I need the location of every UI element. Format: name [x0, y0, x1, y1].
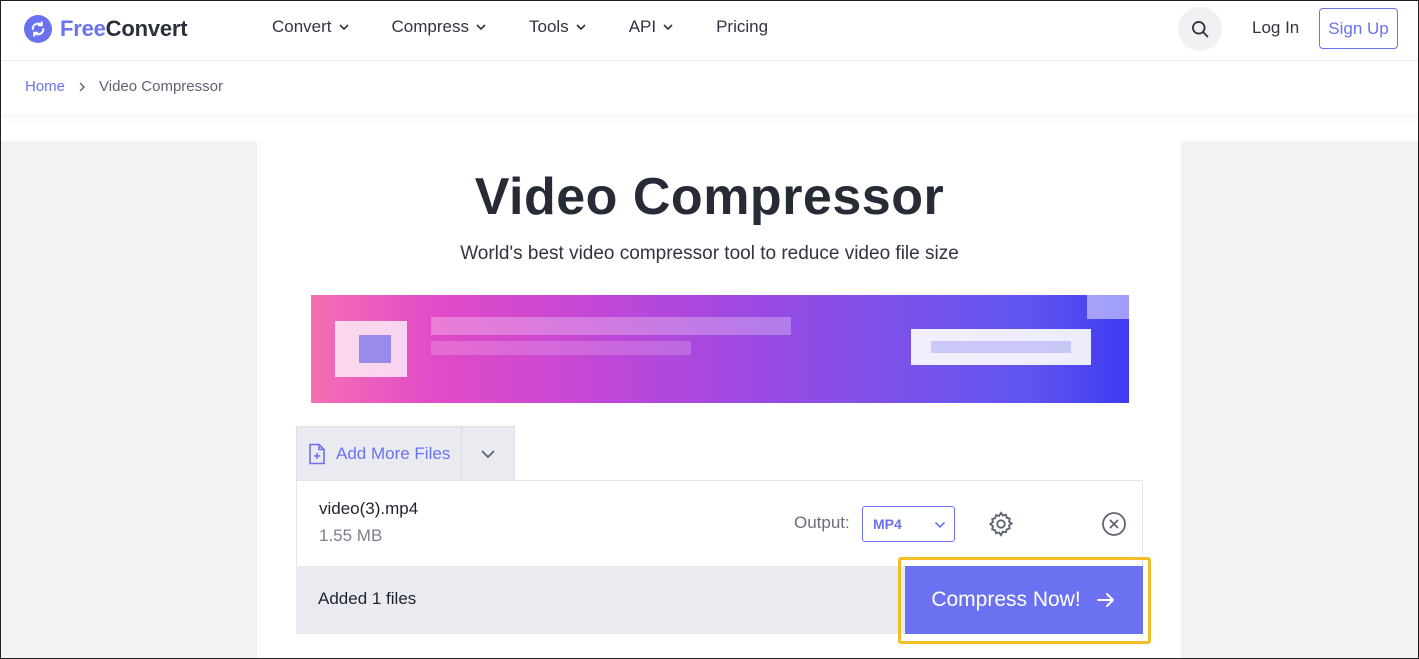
arrow-right-icon [1096, 593, 1114, 607]
nav-compress-label: Compress [391, 17, 469, 36]
breadcrumb-bar: Home Video Compressor [1, 62, 1418, 114]
nav-convert[interactable]: Convert [272, 17, 350, 37]
search-icon [1192, 21, 1209, 38]
banner-text-block [431, 341, 691, 355]
nav-pricing-label: Pricing [716, 17, 769, 36]
compress-now-button[interactable]: Compress Now! [905, 566, 1143, 634]
add-more-files-label: Add More Files [336, 443, 451, 463]
add-more-files-group: Add More Files [296, 426, 515, 480]
page-title: Video Compressor [474, 168, 945, 226]
file-name: video(3).mp4 [319, 499, 419, 518]
output-format-value: MP4 [873, 516, 902, 532]
nav-convert-label: Convert [272, 17, 332, 36]
page-subtitle: World's best video compressor tool to re… [460, 243, 959, 264]
chevron-down-icon [481, 449, 495, 458]
remove-file-button[interactable] [1101, 511, 1127, 542]
banner-text-block [431, 317, 791, 335]
browser-frame: FreeConvert Convert Compress Tools API P… [0, 0, 1419, 659]
chevron-right-icon [79, 82, 86, 91]
gear-icon [988, 511, 1014, 537]
file-size: 1.55 MB [319, 526, 383, 545]
banner-cta-text-block [931, 341, 1071, 353]
chevron-down-icon [476, 24, 486, 31]
login-link[interactable]: Log In [1252, 18, 1299, 38]
chevron-down-icon [338, 24, 349, 31]
nav-api-label: API [628, 17, 657, 36]
logo-text: FreeConvert [60, 16, 188, 41]
banner-logo-inner [359, 335, 391, 363]
file-row: video(3).mp4 1.55 MB Output: MP4 [296, 480, 1143, 567]
main-nav: Convert Compress Tools API Pricing [272, 17, 810, 37]
breadcrumb: Home Video Compressor [25, 78, 223, 95]
breadcrumb-current: Video Compressor [99, 78, 223, 95]
add-more-files-dropdown[interactable] [462, 427, 514, 480]
nav-compress[interactable]: Compress [392, 17, 487, 37]
compress-now-label: Compress Now! [931, 588, 1081, 611]
output-label: Output: [794, 513, 850, 532]
search-button[interactable] [1178, 7, 1222, 51]
logo-sync-icon [24, 15, 52, 43]
add-more-files-button[interactable]: Add More Files [297, 427, 462, 480]
close-circle-icon [1102, 512, 1126, 536]
site-header: FreeConvert Convert Compress Tools API P… [1, 1, 1418, 61]
chevron-down-icon [663, 24, 673, 31]
added-files-count: Added 1 files [318, 589, 417, 608]
nav-tools-label: Tools [529, 17, 569, 36]
settings-button[interactable] [987, 510, 1015, 543]
nav-tools[interactable]: Tools [529, 17, 587, 37]
file-plus-icon [309, 443, 325, 464]
signup-button[interactable]: Sign Up [1319, 8, 1398, 49]
chevron-down-icon [934, 521, 946, 529]
breadcrumb-home[interactable]: Home [25, 78, 65, 95]
banner-corner-block [1087, 295, 1129, 319]
output-format-select[interactable]: MP4 [862, 506, 955, 542]
logo[interactable]: FreeConvert [24, 15, 188, 43]
nav-api[interactable]: API [629, 17, 674, 37]
chevron-down-icon [576, 24, 586, 31]
nav-pricing[interactable]: Pricing [716, 17, 768, 37]
ad-banner[interactable] [311, 295, 1129, 403]
